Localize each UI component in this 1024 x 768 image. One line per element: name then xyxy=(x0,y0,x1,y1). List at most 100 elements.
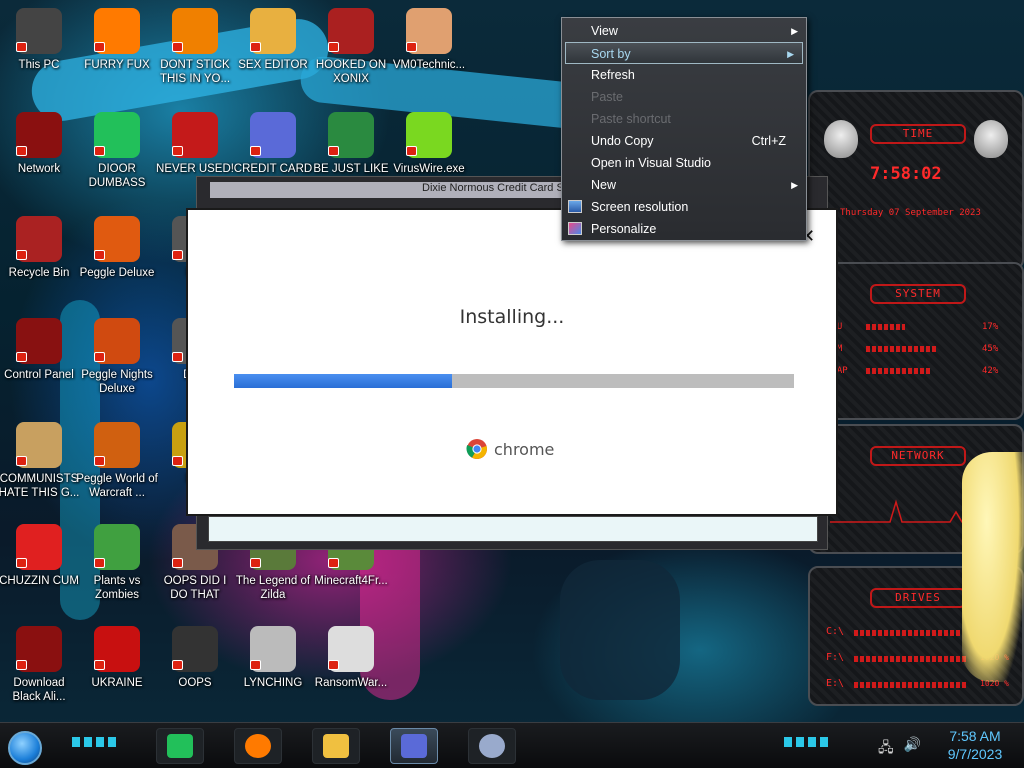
desktop-icon-label: DIOOR DUMBASS xyxy=(88,163,146,189)
taskbar-app-file-explorer[interactable] xyxy=(312,728,360,764)
desktop-icon-label: LYNCHING xyxy=(243,677,303,689)
desktop-icon-label: FURRY FUX xyxy=(84,59,150,71)
noose-icon xyxy=(250,626,296,672)
installer-window-title: Dixie Normous Credit Card Se xyxy=(210,182,570,198)
system-stat-bar xyxy=(866,368,932,374)
desktop-icon-label: NEVER USED! xyxy=(156,163,234,175)
shortcut-badge-icon xyxy=(94,660,105,670)
taskbar-app-firefox[interactable] xyxy=(234,728,282,764)
taskbar-app-installer-disc[interactable] xyxy=(468,728,516,764)
notes-app-icon xyxy=(94,112,140,158)
desktop-icon-label: VirusWire.exe xyxy=(393,163,465,175)
desktop-icon[interactable]: LYNCHING xyxy=(234,622,312,718)
network-tray-icon[interactable]: 🖧 xyxy=(878,737,894,761)
system-stat-value: 17% xyxy=(982,322,999,332)
peggle-icon xyxy=(94,216,140,262)
taskbar-decoration xyxy=(72,737,116,747)
alien-head-icon xyxy=(824,120,858,158)
volume-icon[interactable]: 🔊 xyxy=(904,737,921,761)
desktop-icon[interactable]: Peggle Nights Deluxe xyxy=(78,314,156,410)
shortcut-badge-icon xyxy=(16,42,27,52)
chrome-wordmark: chrome xyxy=(494,439,555,459)
desktop-icon[interactable]: DONT STICK THIS IN YO... xyxy=(156,4,234,100)
desktop-icon-label: HOOKED ON XONIX xyxy=(315,59,387,85)
peggle-nights-icon xyxy=(94,318,140,364)
recycle-bin-icon xyxy=(16,216,62,262)
shortcut-badge-icon xyxy=(94,250,105,260)
context-menu-item[interactable]: Screen resolution xyxy=(562,196,806,218)
computer-icon xyxy=(16,8,62,54)
start-button[interactable] xyxy=(8,731,42,765)
credit-card-icon xyxy=(401,734,427,758)
desktop-icon[interactable]: RansomWar... xyxy=(312,622,390,718)
vlc-cone-icon xyxy=(172,8,218,54)
context-menu-item[interactable]: Refresh xyxy=(562,64,806,86)
install-progress-bar xyxy=(234,374,794,388)
taskbar-clock[interactable]: 7:58 AM 9/7/2023 xyxy=(938,727,1012,763)
firefox-icon xyxy=(94,8,140,54)
time-gadget-clock: 7:58:02 xyxy=(870,164,942,184)
desktop-icon-label: CREDIT CARD xyxy=(233,163,313,175)
desktop-icon[interactable]: HOOKED ON XONIX xyxy=(312,4,390,100)
shortcut-badge-icon xyxy=(250,146,261,156)
desktop-icon[interactable]: Control Panel xyxy=(0,314,78,410)
shortcut-badge-icon xyxy=(328,42,339,52)
desktop-icon[interactable]: Download Black Ali... xyxy=(0,622,78,718)
desktop-icon[interactable]: This PC xyxy=(0,4,78,100)
desktop-icon[interactable]: CHUZZIN CUM xyxy=(0,520,79,616)
system-stat-bar xyxy=(866,324,905,330)
shortcut-badge-icon xyxy=(328,146,339,156)
time-gadget-title: TIME xyxy=(870,124,966,144)
desktop-icon[interactable]: SEX EDITOR xyxy=(234,4,312,100)
context-menu-item[interactable]: View ▶ xyxy=(562,20,806,42)
context-menu-item[interactable]: Open in Visual Studio xyxy=(562,152,806,174)
monitor-icon xyxy=(568,200,582,213)
desktop-icon[interactable]: Plants vs Zombies xyxy=(78,520,156,616)
pvz-icon xyxy=(94,524,140,570)
desktop-icon[interactable]: Recycle Bin xyxy=(0,212,78,308)
taskbar-app-notes-app[interactable] xyxy=(156,728,204,764)
shortcut-badge-icon xyxy=(16,146,27,156)
drive-usage-bar xyxy=(854,656,968,662)
desktop-icon[interactable]: COMMUNISTS HATE THIS G... xyxy=(0,418,79,514)
taskbar-decoration xyxy=(784,737,828,747)
desktop-icon[interactable]: Peggle World of Warcraft ... xyxy=(76,418,158,514)
context-menu-item: Paste shortcut xyxy=(562,108,806,130)
desktop-icon[interactable]: VM0Technic... xyxy=(390,4,468,100)
desktop-icon[interactable]: OOPS xyxy=(156,622,234,718)
desktop-icon-label: Minecraft4Fr... xyxy=(314,575,388,587)
taskbar-app-credit-card-installer[interactable] xyxy=(390,728,438,764)
desktop-icon[interactable]: DIOOR DUMBASS xyxy=(78,108,156,204)
context-menu-item[interactable]: New ▶ xyxy=(562,174,806,196)
shortcut-badge-icon xyxy=(94,146,105,156)
credit-card-icon xyxy=(250,112,296,158)
desktop-icon-label: DONT STICK THIS IN YO... xyxy=(159,59,231,85)
desktop-icon-label: Plants vs Zombies xyxy=(93,575,141,601)
desktop-icon-label: CHUZZIN CUM xyxy=(0,575,79,587)
submenu-arrow-icon: ▶ xyxy=(791,26,798,36)
clock-date: 9/7/2023 xyxy=(947,746,1003,762)
shortcut-badge-icon xyxy=(16,558,27,568)
shortcut-badge-icon xyxy=(16,456,27,466)
context-menu-item[interactable]: Undo Copy Ctrl+Z xyxy=(562,130,806,152)
system-gadget-title: SYSTEM xyxy=(870,284,966,304)
desktop-icon[interactable]: FURRY FUX xyxy=(78,4,156,100)
clock-time: 7:58 AM xyxy=(949,728,1001,744)
system-stat-bar xyxy=(866,346,936,352)
firefox-icon xyxy=(245,734,271,758)
control-panel-icon xyxy=(16,318,62,364)
context-menu-item[interactable]: Sort by ▶ xyxy=(565,42,803,64)
context-menu-item-label: Paste xyxy=(591,90,623,104)
installer-window-footer xyxy=(208,516,818,542)
folder-icon xyxy=(323,734,349,758)
shortcut-badge-icon xyxy=(94,352,105,362)
taskbar: 🖧 🔊 7:58 AM 9/7/2023 xyxy=(0,722,1024,768)
desktop-icon[interactable]: UKRAINE xyxy=(78,622,156,718)
context-menu-item[interactable]: Personalize xyxy=(562,218,806,240)
desktop-icon-label: OOPS xyxy=(178,677,212,689)
desktop-icon[interactable]: Network xyxy=(0,108,78,204)
hxd-editor-icon xyxy=(250,8,296,54)
desktop-icon[interactable]: Peggle Deluxe xyxy=(78,212,156,308)
context-menu-item-label: Refresh xyxy=(591,68,635,82)
notes-app-icon xyxy=(167,734,193,758)
